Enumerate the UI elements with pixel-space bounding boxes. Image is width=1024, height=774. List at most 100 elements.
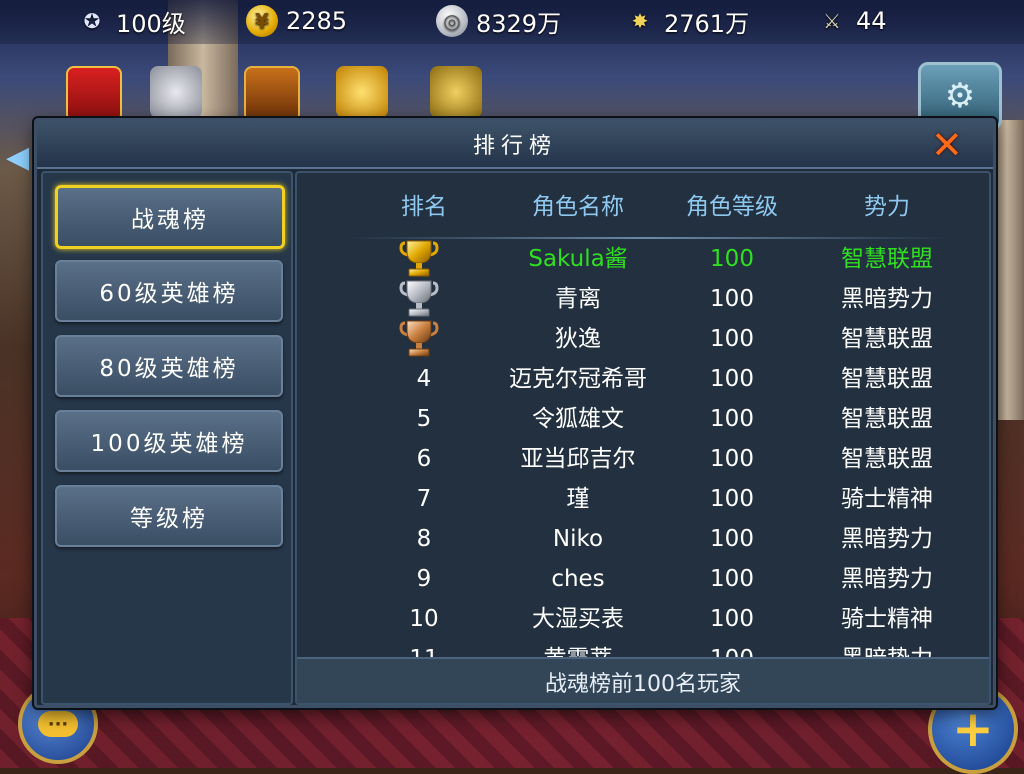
name-cell: ches [551,566,605,592]
rank-emblem-icon: ✪ [83,9,101,33]
gift-box-icon[interactable] [66,66,122,122]
rank-cell: 7 [416,486,432,512]
table-row[interactable]: Sakula酱 100 智慧联盟 [297,239,989,279]
level-cell: 100 [710,326,754,352]
category-sidebar: 战魂榜 60级英雄榜 80级英雄榜 100级英雄榜 等级榜 [41,171,293,705]
faction-cell: 黑暗势力 [841,526,933,552]
tab-label: 80级英雄榜 [99,356,239,382]
stamina-stat: ⚔ 44 [816,4,887,38]
power-star-icon: ✸ [631,9,649,33]
table-row[interactable]: 5 令狐雄文 100 智慧联盟 [297,399,989,439]
faction-cell: 骑士精神 [841,606,933,632]
table-row[interactable]: 4 迈克尔冠希哥 100 智慧联盟 [297,359,989,399]
dialog-title-bar: 排行榜 ✕ [37,121,993,169]
ranking-list[interactable]: Sakula酱 100 智慧联盟 青离 100 黑暗势力 狄逸 100 智慧联盟 4 迈克尔冠希哥 1… [297,239,989,657]
chat-icon: ··· [38,711,78,737]
level-cell: 100 [710,406,754,432]
status-bar: ✪ 100级 ¥ 2285 ◎ 8329万 ✸ 2761万 ⚔ 44 [0,0,1024,44]
name-cell: Sakula酱 [528,246,628,272]
stamina-value: 44 [856,7,887,35]
table-row[interactable]: 青离 100 黑暗势力 [297,279,989,319]
table-row[interactable]: 10 大湿买表 100 骑士精神 [297,599,989,639]
name-cell: 黄霞蒂 [493,639,663,657]
header-level: 角色等级 [686,194,778,220]
level-cell: 100 [710,286,754,312]
settings-icon: ⚙ [944,76,976,116]
name-cell: 狄逸 [555,326,601,352]
header-rank: 排名 [401,194,447,220]
gold-trophy-icon [397,239,441,279]
tab-level100-heroes[interactable]: 100级英雄榜 [55,410,283,472]
panel-footer: 战魂榜前100名玩家 [297,657,989,703]
level-cell: 100 [667,639,797,657]
table-row[interactable]: 9 ches 100 黑暗势力 [297,559,989,599]
rank-cell: 4 [416,366,432,392]
plus-icon: + [952,700,994,758]
power-value: 2761万 [664,9,750,38]
table-row[interactable]: 狄逸 100 智慧联盟 [297,319,989,359]
gold-value: 2285 [286,7,348,35]
name-cell: Niko [552,526,604,552]
level-cell: 100 [710,446,754,472]
faction-cell: 智慧联盟 [841,446,933,472]
name-cell: 青离 [555,286,601,312]
silver-stack-icon[interactable] [150,66,202,118]
rank-cell: 5 [416,406,432,432]
level-cell: 100 [710,486,754,512]
table-row[interactable]: 6 亚当邱吉尔 100 智慧联盟 [297,439,989,479]
gold-stat: ¥ 2285 [246,4,347,38]
level-cell: 100 [710,606,754,632]
faction-cell: 智慧联盟 [841,366,933,392]
header-name: 角色名称 [532,194,624,220]
table-row[interactable]: 8 Niko 100 黑暗势力 [297,519,989,559]
faction-cell: 黑暗势力 [817,639,957,657]
tab-label: 60级英雄榜 [99,281,239,307]
tab-label: 等级榜 [130,506,208,532]
left-arrow-icon[interactable]: ◀ [6,140,36,180]
rank-cell: 9 [416,566,432,592]
tab-level80-heroes[interactable]: 80级英雄榜 [55,335,283,397]
level-cell: 100 [710,526,754,552]
horn-icon[interactable] [430,66,482,118]
gold-coin-icon: ¥ [246,5,278,37]
tab-level60-heroes[interactable]: 60级英雄榜 [55,260,283,322]
gold-pile-icon[interactable] [336,66,388,118]
faction-cell: 智慧联盟 [841,406,933,432]
faction-cell: 骑士精神 [841,486,933,512]
faction-cell: 黑暗势力 [841,566,933,592]
leaderboard-dialog: 排行榜 ✕ 战魂榜 60级英雄榜 80级英雄榜 100级英雄榜 等级榜 排名 角… [34,118,996,708]
close-button[interactable]: ✕ [931,126,967,164]
name-cell: 大湿买表 [532,606,624,632]
crossed-swords-icon: ⚔ [823,9,841,33]
tab-label: 100级英雄榜 [90,431,248,457]
rank-cell: 10 [409,606,439,632]
faction-cell: 智慧联盟 [841,326,933,352]
rank-cell: 8 [416,526,432,552]
dialog-title: 排行榜 [472,134,557,159]
tab-level-ranking[interactable]: 等级榜 [55,485,283,547]
name-cell: 亚当邱吉尔 [520,446,636,472]
faction-cell: 智慧联盟 [841,246,933,272]
header-faction: 势力 [864,194,910,220]
name-cell: 迈克尔冠希哥 [509,366,647,392]
power-stat: ✸ 2761万 [624,4,749,38]
level-stat: ✪ 100级 [76,4,186,38]
silver-trophy-icon [397,279,441,319]
level-cell: 100 [710,246,754,272]
table-row[interactable]: 11 黄霞蒂100 黑暗势力 [297,639,989,657]
tab-label: 战魂榜 [131,207,209,233]
name-cell: 瑾 [566,486,590,512]
ranking-panel: 排名 角色名称 角色等级 势力 Sakula酱 100 智慧联盟 青离 100 黑暗势力狄… [295,171,991,705]
footer-text: 战魂榜前100名玩家 [545,672,741,697]
silver-stat: ◎ 8329万 [436,4,561,38]
close-icon: ✕ [931,123,969,167]
silver-coin-icon: ◎ [436,5,468,37]
table-header: 排名 角色名称 角色等级 势力 [297,187,989,235]
name-cell: 令狐雄文 [532,406,624,432]
table-row[interactable]: 7 瑾 100 骑士精神 [297,479,989,519]
tab-soul-ranking[interactable]: 战魂榜 [55,185,285,249]
rank-cell: 11 [369,639,479,657]
treasure-chest-icon[interactable] [244,66,300,122]
level-cell: 100 [710,366,754,392]
level-value: 100级 [116,9,186,38]
